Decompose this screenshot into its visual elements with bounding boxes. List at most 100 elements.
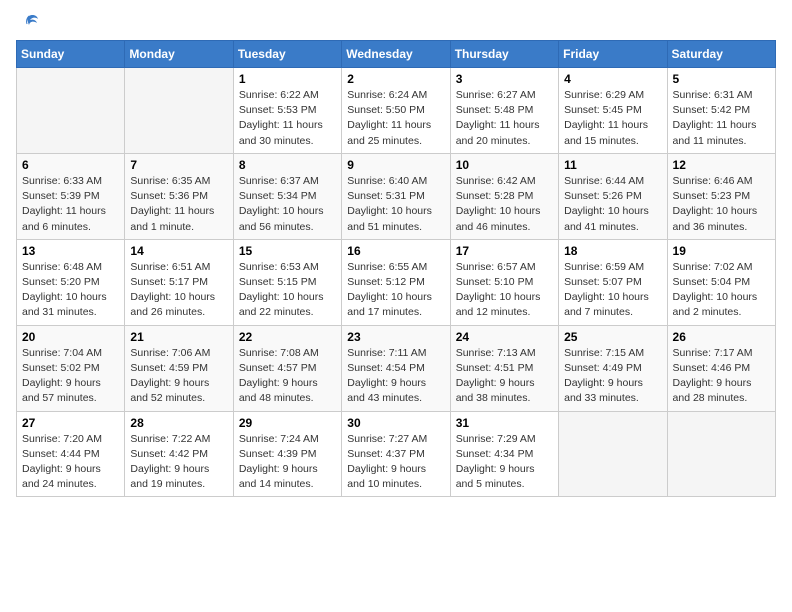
day-info: Sunrise: 6:33 AM Sunset: 5:39 PM Dayligh… (22, 174, 119, 235)
calendar-cell: 13 Sunrise: 6:48 AM Sunset: 5:20 PM Dayli… (17, 239, 125, 325)
calendar-cell: 1Sunrise: 6:22 AM Sunset: 5:53 PM Daylig… (233, 68, 341, 154)
day-number: 17 (456, 244, 553, 258)
calendar-cell: 23Sunrise: 7:11 AM Sunset: 4:54 PM Dayli… (342, 325, 450, 411)
calendar-cell: 24Sunrise: 7:13 AM Sunset: 4:51 PM Dayli… (450, 325, 558, 411)
day-number: 21 (130, 330, 227, 344)
day-info: Sunrise: 6:24 AM Sunset: 5:50 PM Dayligh… (347, 88, 444, 149)
calendar-cell (667, 411, 775, 497)
week-row-5: 27 Sunrise: 7:20 AM Sunset: 4:44 PM Dayli… (17, 411, 776, 497)
weekday-header-monday: Monday (125, 41, 233, 68)
calendar-cell: 20 Sunrise: 7:04 AM Sunset: 5:02 PM Dayli… (17, 325, 125, 411)
calendar-table: SundayMondayTuesdayWednesdayThursdayFrid… (16, 40, 776, 497)
day-number: 26 (673, 330, 770, 344)
calendar-cell: 25 Sunrise: 7:15 AM Sunset: 4:49 PM Dayli… (559, 325, 667, 411)
day-info: Sunrise: 7:27 AM Sunset: 4:37 PM Dayligh… (347, 432, 444, 493)
day-info: Sunrise: 7:04 AM Sunset: 5:02 PM Dayligh… (22, 346, 119, 407)
day-number: 3 (456, 72, 553, 86)
calendar-cell: 4Sunrise: 6:29 AM Sunset: 5:45 PM Daylig… (559, 68, 667, 154)
weekday-header-friday: Friday (559, 41, 667, 68)
calendar-cell: 2 Sunrise: 6:24 AM Sunset: 5:50 PM Daylig… (342, 68, 450, 154)
day-number: 25 (564, 330, 661, 344)
day-info: Sunrise: 6:37 AM Sunset: 5:34 PM Dayligh… (239, 174, 336, 235)
calendar-cell: 27 Sunrise: 7:20 AM Sunset: 4:44 PM Dayli… (17, 411, 125, 497)
day-number: 30 (347, 416, 444, 430)
day-number: 20 (22, 330, 119, 344)
day-number: 14 (130, 244, 227, 258)
day-info: Sunrise: 7:15 AM Sunset: 4:49 PM Dayligh… (564, 346, 661, 407)
calendar-cell: 19Sunrise: 7:02 AM Sunset: 5:04 PM Dayli… (667, 239, 775, 325)
week-row-1: 1Sunrise: 6:22 AM Sunset: 5:53 PM Daylig… (17, 68, 776, 154)
day-info: Sunrise: 7:29 AM Sunset: 4:34 PM Dayligh… (456, 432, 553, 493)
calendar-cell: 17 Sunrise: 6:57 AM Sunset: 5:10 PM Dayli… (450, 239, 558, 325)
calendar-cell: 5 Sunrise: 6:31 AM Sunset: 5:42 PM Daylig… (667, 68, 775, 154)
weekday-header-row: SundayMondayTuesdayWednesdayThursdayFrid… (17, 41, 776, 68)
day-number: 24 (456, 330, 553, 344)
weekday-header-sunday: Sunday (17, 41, 125, 68)
calendar-cell: 11 Sunrise: 6:44 AM Sunset: 5:26 PM Dayli… (559, 153, 667, 239)
calendar-cell: 29 Sunrise: 7:24 AM Sunset: 4:39 PM Dayli… (233, 411, 341, 497)
calendar-cell (125, 68, 233, 154)
day-number: 23 (347, 330, 444, 344)
calendar-cell: 3Sunrise: 6:27 AM Sunset: 5:48 PM Daylig… (450, 68, 558, 154)
week-row-3: 13 Sunrise: 6:48 AM Sunset: 5:20 PM Dayli… (17, 239, 776, 325)
day-number: 11 (564, 158, 661, 172)
calendar-cell (17, 68, 125, 154)
day-info: Sunrise: 6:46 AM Sunset: 5:23 PM Dayligh… (673, 174, 770, 235)
weekday-header-tuesday: Tuesday (233, 41, 341, 68)
calendar-cell: 22Sunrise: 7:08 AM Sunset: 4:57 PM Dayli… (233, 325, 341, 411)
day-number: 15 (239, 244, 336, 258)
day-info: Sunrise: 6:53 AM Sunset: 5:15 PM Dayligh… (239, 260, 336, 321)
day-info: Sunrise: 7:17 AM Sunset: 4:46 PM Dayligh… (673, 346, 770, 407)
day-number: 9 (347, 158, 444, 172)
day-info: Sunrise: 6:42 AM Sunset: 5:28 PM Dayligh… (456, 174, 553, 235)
day-info: Sunrise: 7:06 AM Sunset: 4:59 PM Dayligh… (130, 346, 227, 407)
day-number: 29 (239, 416, 336, 430)
calendar-cell (559, 411, 667, 497)
logo (16, 16, 40, 30)
logo-bird-icon (18, 12, 40, 34)
day-number: 4 (564, 72, 661, 86)
calendar-cell: 26 Sunrise: 7:17 AM Sunset: 4:46 PM Dayli… (667, 325, 775, 411)
weekday-header-saturday: Saturday (667, 41, 775, 68)
day-info: Sunrise: 6:48 AM Sunset: 5:20 PM Dayligh… (22, 260, 119, 321)
day-number: 2 (347, 72, 444, 86)
calendar-cell: 28 Sunrise: 7:22 AM Sunset: 4:42 PM Dayli… (125, 411, 233, 497)
day-info: Sunrise: 6:31 AM Sunset: 5:42 PM Dayligh… (673, 88, 770, 149)
day-number: 5 (673, 72, 770, 86)
day-info: Sunrise: 6:55 AM Sunset: 5:12 PM Dayligh… (347, 260, 444, 321)
calendar-cell: 10 Sunrise: 6:42 AM Sunset: 5:28 PM Dayli… (450, 153, 558, 239)
calendar-cell: 21 Sunrise: 7:06 AM Sunset: 4:59 PM Dayli… (125, 325, 233, 411)
calendar-cell: 9Sunrise: 6:40 AM Sunset: 5:31 PM Daylig… (342, 153, 450, 239)
day-number: 28 (130, 416, 227, 430)
day-info: Sunrise: 7:02 AM Sunset: 5:04 PM Dayligh… (673, 260, 770, 321)
week-row-4: 20 Sunrise: 7:04 AM Sunset: 5:02 PM Dayli… (17, 325, 776, 411)
weekday-header-wednesday: Wednesday (342, 41, 450, 68)
day-info: Sunrise: 7:20 AM Sunset: 4:44 PM Dayligh… (22, 432, 119, 493)
day-info: Sunrise: 7:24 AM Sunset: 4:39 PM Dayligh… (239, 432, 336, 493)
day-number: 18 (564, 244, 661, 258)
day-number: 6 (22, 158, 119, 172)
calendar-cell: 15 Sunrise: 6:53 AM Sunset: 5:15 PM Dayli… (233, 239, 341, 325)
week-row-2: 6 Sunrise: 6:33 AM Sunset: 5:39 PM Daylig… (17, 153, 776, 239)
calendar-cell: 18 Sunrise: 6:59 AM Sunset: 5:07 PM Dayli… (559, 239, 667, 325)
day-number: 8 (239, 158, 336, 172)
day-number: 13 (22, 244, 119, 258)
weekday-header-thursday: Thursday (450, 41, 558, 68)
calendar-cell: 7Sunrise: 6:35 AM Sunset: 5:36 PM Daylig… (125, 153, 233, 239)
calendar-cell: 6 Sunrise: 6:33 AM Sunset: 5:39 PM Daylig… (17, 153, 125, 239)
day-info: Sunrise: 6:22 AM Sunset: 5:53 PM Dayligh… (239, 88, 336, 149)
calendar-cell: 30 Sunrise: 7:27 AM Sunset: 4:37 PM Dayli… (342, 411, 450, 497)
day-number: 16 (347, 244, 444, 258)
day-info: Sunrise: 6:51 AM Sunset: 5:17 PM Dayligh… (130, 260, 227, 321)
day-number: 27 (22, 416, 119, 430)
day-number: 7 (130, 158, 227, 172)
day-info: Sunrise: 6:44 AM Sunset: 5:26 PM Dayligh… (564, 174, 661, 235)
page-header (16, 16, 776, 30)
day-number: 10 (456, 158, 553, 172)
day-info: Sunrise: 6:59 AM Sunset: 5:07 PM Dayligh… (564, 260, 661, 321)
calendar-cell: 14 Sunrise: 6:51 AM Sunset: 5:17 PM Dayli… (125, 239, 233, 325)
day-info: Sunrise: 6:57 AM Sunset: 5:10 PM Dayligh… (456, 260, 553, 321)
day-info: Sunrise: 7:22 AM Sunset: 4:42 PM Dayligh… (130, 432, 227, 493)
day-number: 22 (239, 330, 336, 344)
calendar-cell: 31Sunrise: 7:29 AM Sunset: 4:34 PM Dayli… (450, 411, 558, 497)
